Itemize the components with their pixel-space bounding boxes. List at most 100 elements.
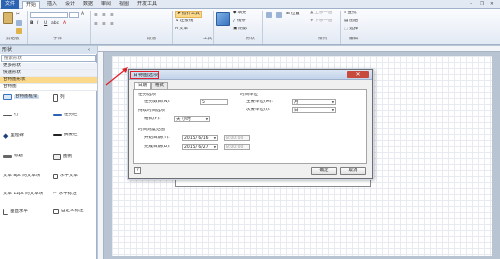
start-date-value: 2015/ 6/16 bbox=[184, 135, 209, 141]
quick-styles-button[interactable] bbox=[216, 12, 230, 26]
task-count-input[interactable]: 5 bbox=[200, 99, 228, 105]
shape-legend[interactable]: 图例 bbox=[53, 154, 72, 160]
align-left-icon: ≡ bbox=[94, 22, 98, 27]
bring-forward-button[interactable]: ▲ 上移一层 bbox=[310, 11, 332, 16]
tab-design[interactable]: 设计 bbox=[62, 1, 78, 9]
copy-button[interactable] bbox=[16, 20, 22, 26]
start-time-input[interactable]: 8:00:00 bbox=[224, 135, 250, 141]
shape-vertical-horizontal[interactable]: 垂直水平 bbox=[3, 209, 28, 215]
shape-milestone[interactable]: ◆ 里程碑 bbox=[3, 133, 24, 140]
format-painter-button[interactable] bbox=[16, 28, 22, 34]
dialog-close-button[interactable]: ✕ bbox=[347, 71, 369, 78]
close-window-button[interactable]: ✕ bbox=[490, 2, 494, 7]
align-top-button[interactable]: ≡ bbox=[94, 13, 98, 18]
gantt-chart-shape[interactable] bbox=[175, 178, 371, 187]
group-shapes-button[interactable] bbox=[276, 12, 282, 18]
stencil-gantt-shapes[interactable]: 甘特图形状 bbox=[0, 77, 97, 84]
tab-data[interactable]: 数据 bbox=[80, 1, 96, 9]
shape-title[interactable]: 标题 bbox=[3, 154, 23, 159]
shape-summary-bar[interactable]: 摘要栏 bbox=[53, 133, 78, 138]
tab-date[interactable]: 日期 bbox=[134, 82, 151, 89]
chevron-down-icon: ▼ bbox=[331, 108, 334, 112]
start-date-picker[interactable]: 2015/ 6/16 ▼ bbox=[182, 135, 218, 141]
italic-button[interactable]: I bbox=[37, 21, 38, 26]
shape-text-block-12pt[interactable]: 文本 12pt 的文本块 bbox=[3, 192, 43, 197]
cancel-button[interactable]: 取消 bbox=[340, 167, 366, 175]
tab-view[interactable]: 视图 bbox=[116, 1, 132, 9]
shape-label: 水平标注 bbox=[58, 192, 77, 196]
shape-gantt-frame[interactable]: 甘特图框架 bbox=[3, 94, 39, 100]
major-unit-label: 主要单位(M): bbox=[246, 100, 273, 104]
connector-tool-button[interactable]: ↳ 连接线 bbox=[175, 19, 193, 24]
font-size-combo[interactable] bbox=[69, 12, 79, 18]
text-icon: A bbox=[175, 27, 179, 31]
select-button[interactable]: ⬚ 选择 bbox=[344, 27, 358, 32]
align-center-button[interactable]: ≡ bbox=[102, 22, 106, 27]
paste-button[interactable] bbox=[3, 12, 13, 24]
shape-taskbar[interactable]: 任务栏 bbox=[53, 113, 78, 118]
send-backward-button[interactable]: ▼ 下移一层 bbox=[310, 19, 332, 24]
tab-format[interactable]: 格式 bbox=[151, 82, 168, 89]
tab-home[interactable]: 开始 bbox=[22, 1, 41, 9]
help-button[interactable]: ? bbox=[134, 167, 141, 174]
font-color-button[interactable]: A bbox=[63, 21, 66, 26]
position-icon: ⊞ bbox=[286, 12, 290, 16]
strikethrough-button[interactable]: abc bbox=[51, 21, 59, 26]
shape-label: 摘要栏 bbox=[64, 133, 78, 137]
underline-button[interactable]: U bbox=[44, 21, 47, 26]
text-tool-button[interactable]: A 文本 bbox=[175, 27, 188, 32]
shape-text-block-8pt[interactable]: 文本 8pt 的文本块 bbox=[3, 174, 40, 179]
grow-font-icon: A bbox=[81, 12, 85, 17]
align-middle-button[interactable]: ≡ bbox=[102, 13, 106, 18]
minimize-button[interactable]: – bbox=[470, 2, 472, 7]
cut-button[interactable]: ✂ bbox=[16, 12, 20, 17]
custom-callout-icon bbox=[53, 209, 59, 214]
find-label: 查找 bbox=[347, 11, 357, 15]
finish-time-input[interactable]: 8:00:00 bbox=[224, 144, 250, 150]
finish-date-picker[interactable]: 2015/ 6/27 ▼ bbox=[182, 144, 218, 150]
tab-review[interactable]: 审阅 bbox=[98, 1, 114, 9]
position-button[interactable]: ⊞ 位置 bbox=[286, 12, 300, 17]
fill-button[interactable]: ◆ 填充 bbox=[233, 11, 246, 16]
stencil-more-shapes[interactable]: 更多形状 bbox=[0, 63, 97, 70]
text-tool-label: 文本 bbox=[179, 27, 189, 31]
group-separator bbox=[27, 11, 28, 44]
pointer-tool-button[interactable]: ➤ 指针工具 bbox=[175, 11, 202, 18]
collapse-panel-icon[interactable]: ‹ bbox=[88, 47, 90, 53]
align-right-button[interactable]: ≡ bbox=[110, 22, 114, 27]
shape-horizontal-callout[interactable]: ⌐ 水平标注 bbox=[53, 192, 77, 197]
layer-button[interactable]: ▤ 图层 bbox=[344, 19, 358, 24]
stencil-gantt[interactable]: 甘特图 bbox=[0, 84, 97, 91]
shape-horizontal-text[interactable]: 水平文本 bbox=[53, 174, 78, 179]
font-name-combo[interactable] bbox=[30, 12, 68, 18]
stencil-quick-shapes[interactable]: 快速形状 bbox=[0, 70, 97, 77]
bold-button[interactable]: B bbox=[30, 21, 33, 26]
align-bottom-button[interactable]: ≡ bbox=[110, 13, 114, 18]
bring-forward-icon: ▲ bbox=[310, 11, 314, 15]
shape-label: 文本 8pt 的文本块 bbox=[3, 174, 41, 178]
grow-font-button[interactable]: A bbox=[81, 12, 84, 17]
task-options-label: 任务选项 bbox=[138, 93, 156, 97]
tools-group-label: 工具 bbox=[203, 37, 212, 41]
minor-unit-select[interactable]: 日 ▼ bbox=[292, 107, 336, 113]
shape-custom-callout[interactable]: 自定义标注 bbox=[53, 209, 84, 214]
underline-icon: U bbox=[44, 21, 48, 26]
group-separator bbox=[213, 11, 214, 44]
tab-developer[interactable]: 开发工具 bbox=[134, 1, 160, 9]
ok-button[interactable]: 确定 bbox=[311, 167, 337, 175]
align-shapes-button[interactable] bbox=[266, 12, 272, 18]
shape-row[interactable]: 行 bbox=[3, 113, 19, 118]
shape-label: 列 bbox=[60, 94, 65, 100]
tab-file[interactable]: 文件 bbox=[1, 0, 19, 9]
restore-button[interactable]: ❐ bbox=[480, 2, 484, 7]
align-left-button[interactable]: ≡ bbox=[94, 22, 98, 27]
shadow-button[interactable]: ▣ 阴影 bbox=[233, 27, 247, 32]
line-button[interactable]: ╱ 线条 bbox=[233, 19, 246, 24]
shapes-search-input[interactable]: 搜索形状 bbox=[1, 55, 96, 62]
find-button[interactable]: ⌕ 查找 bbox=[344, 11, 357, 16]
shape-column[interactable]: 列 bbox=[53, 94, 65, 102]
tab-insert[interactable]: 插入 bbox=[44, 1, 60, 9]
format-select[interactable]: 天 小时 ▼ bbox=[174, 116, 210, 122]
title-annotation-box bbox=[130, 71, 159, 79]
major-unit-select[interactable]: 月 ▼ bbox=[292, 99, 336, 105]
